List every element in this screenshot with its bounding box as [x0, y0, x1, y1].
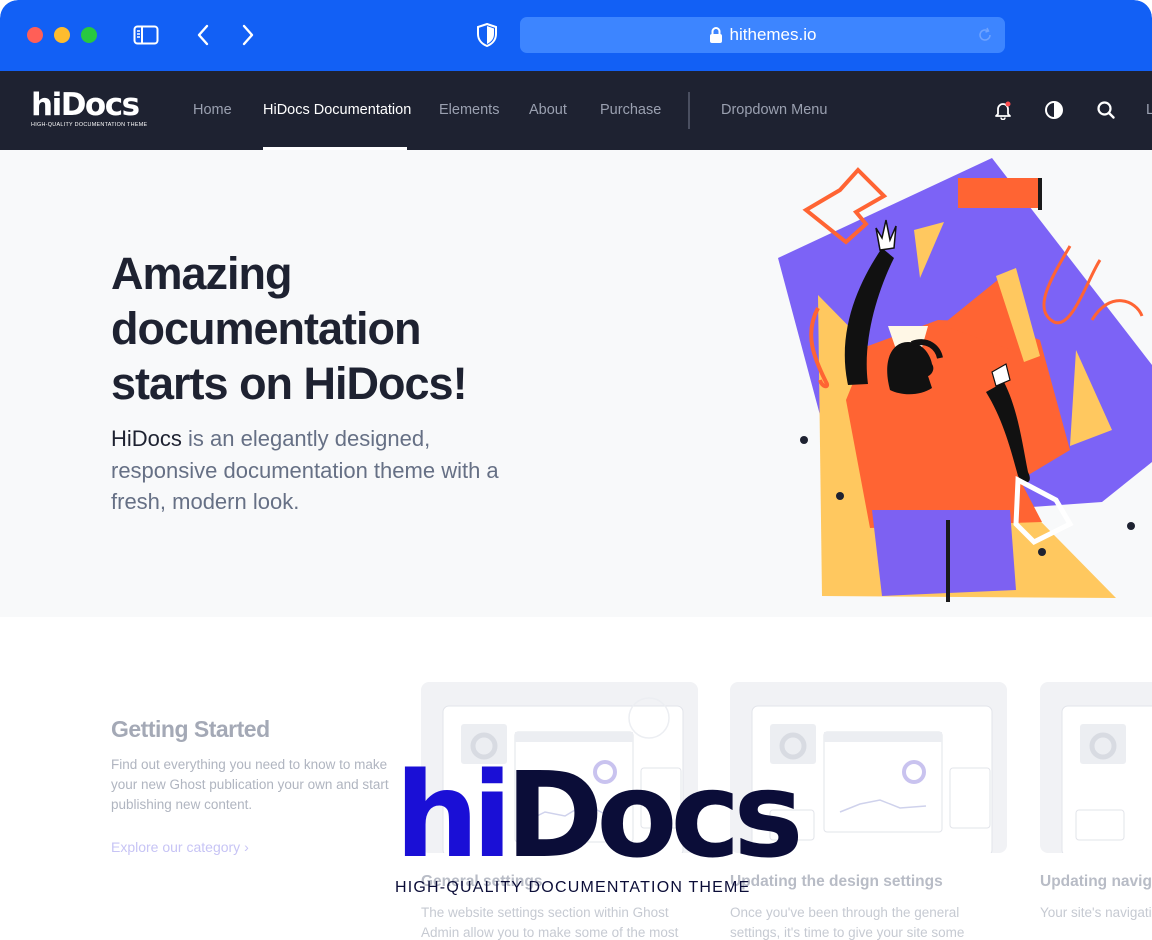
hero-title: Amazing documentation starts on HiDocs! — [111, 246, 561, 411]
overlay-logo-hi: hi — [395, 746, 512, 884]
card-desc-design-settings: Once you've been through the general set… — [730, 905, 965, 940]
forward-arrow-icon[interactable] — [237, 21, 259, 49]
overlay-logo-docs: Docs — [505, 746, 803, 884]
hero-description: HiDocs is an elegantly designed, respons… — [111, 423, 531, 518]
explore-category-link[interactable]: Explore our category › — [111, 839, 249, 855]
browser-window: hithemes.io hiDocs HIGH-QUALITY DOCUMENT… — [0, 0, 1152, 940]
nav-item-purchase[interactable]: Purchase — [600, 102, 661, 118]
nav-item-dropdown-menu[interactable]: Dropdown Menu — [721, 102, 827, 118]
hero-title-line: starts on HiDocs! — [111, 358, 468, 409]
nav-divider — [688, 92, 690, 129]
back-arrow-icon[interactable] — [192, 21, 214, 49]
hidocs-overlay-logo: hiDocs HIGH-QUALITY DOCUMENTATION THEME — [395, 756, 807, 900]
card-title-navigation[interactable]: Updating navigation — [1040, 873, 1152, 891]
site-header — [0, 71, 1152, 150]
overlay-logo-tagline: HIGH-QUALITY DOCUMENTATION THEME — [395, 879, 751, 896]
overlay-logo-wordmark: hiDocs — [395, 756, 804, 874]
sidebar-toggle-icon[interactable] — [131, 21, 161, 49]
logo-wordmark: hiDocs — [31, 87, 140, 123]
nav-item-home[interactable]: Home — [193, 102, 232, 118]
nav-item-about[interactable]: About — [529, 102, 567, 118]
address-bar[interactable]: hithemes.io — [520, 17, 1005, 53]
chevron-right-icon: › — [244, 839, 249, 855]
logo-tagline: HIGH-QUALITY DOCUMENTATION THEME — [31, 122, 148, 128]
reload-icon[interactable] — [977, 27, 993, 48]
browser-toolbar: hithemes.io — [0, 0, 1152, 71]
nav-item-elements[interactable]: Elements — [439, 102, 499, 118]
maximize-window-button[interactable] — [81, 27, 97, 43]
site-logo[interactable]: hiDocs HIGH-QUALITY DOCUMENTATION THEME — [31, 87, 148, 129]
getting-started-title: Getting Started — [111, 716, 270, 742]
explore-category-label: Explore our category — [111, 839, 241, 855]
hero-megaphone-illustration — [770, 150, 1152, 622]
card-thumbnail-navigation[interactable] — [1040, 682, 1152, 853]
close-window-button[interactable] — [27, 27, 43, 43]
card-desc-general-settings: The website settings section within Ghos… — [421, 905, 679, 940]
bell-icon[interactable] — [992, 99, 1014, 121]
minimize-window-button[interactable] — [54, 27, 70, 43]
privacy-shield-icon[interactable] — [475, 21, 499, 49]
nav-item-overflow[interactable]: L — [1146, 102, 1152, 118]
lock-icon — [709, 26, 723, 44]
hero-title-line: Amazing — [111, 248, 293, 299]
card-desc-navigation: Your site's navigation directly in Ghost… — [1040, 905, 1152, 920]
getting-started-description: Find out everything you need to know to … — [111, 757, 389, 812]
hero-description-brand: HiDocs — [111, 426, 182, 451]
search-icon[interactable] — [1095, 99, 1117, 121]
url-text: hithemes.io — [729, 25, 817, 44]
hero-title-line: documentation — [111, 303, 422, 354]
nav-item-hidocs-documentation[interactable]: HiDocs Documentation — [263, 102, 411, 118]
contrast-icon[interactable] — [1043, 99, 1065, 121]
